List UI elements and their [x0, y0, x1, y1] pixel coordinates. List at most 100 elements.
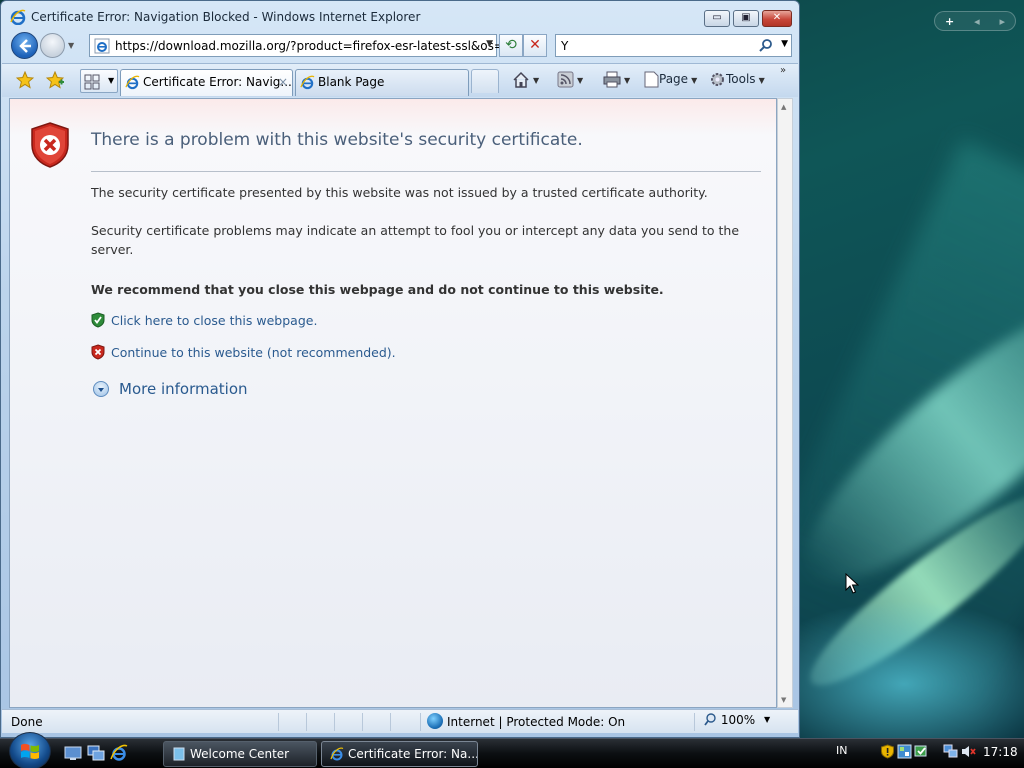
- taskbar-button-certificate-error[interactable]: Certificate Error: Na...: [321, 741, 478, 767]
- switch-windows-icon[interactable]: [87, 744, 105, 762]
- address-bar[interactable]: https://download.mozilla.org/?product=fi…: [89, 34, 517, 57]
- minimize-button[interactable]: ▭: [704, 10, 730, 27]
- ie-taskbar-icon: [330, 747, 344, 761]
- internet-explorer-launch-icon[interactable]: [110, 744, 128, 762]
- tab-blank-page[interactable]: Blank Page: [295, 69, 469, 96]
- status-bar: Done Internet | Protected Mode: On 100% …: [2, 709, 798, 733]
- tab-list-dropdown-icon[interactable]: ▼: [108, 76, 114, 85]
- start-button[interactable]: [9, 732, 51, 768]
- feeds-button[interactable]: ▼: [557, 70, 583, 90]
- home-dropdown-icon[interactable]: ▼: [533, 76, 539, 85]
- close-icon: ✕: [772, 12, 782, 23]
- error-shield-icon: [31, 122, 69, 168]
- print-icon: [603, 71, 621, 88]
- add-to-favorites-icon[interactable]: [46, 71, 64, 89]
- maximize-button[interactable]: ▣: [733, 10, 759, 27]
- volume-muted-icon[interactable]: [961, 744, 976, 759]
- status-text: Done: [11, 715, 43, 729]
- quick-tabs-button[interactable]: ▼: [80, 69, 118, 93]
- taskbar: [0, 738, 1024, 768]
- page-title: There is a problem with this website's s…: [91, 130, 583, 150]
- welcome-center-icon: [173, 747, 185, 761]
- close-button[interactable]: ✕: [762, 10, 792, 27]
- more-commands-chevron-icon[interactable]: »: [780, 65, 786, 76]
- language-indicator[interactable]: IN: [836, 744, 847, 757]
- taskbar-button-label: Certificate Error: Na...: [348, 747, 478, 761]
- status-divider: [420, 713, 421, 731]
- more-information-label[interactable]: More information: [119, 380, 248, 398]
- address-dropdown-icon[interactable]: ▼: [486, 39, 493, 49]
- tab-certificate-error[interactable]: Certificate Error: Navig... ×: [120, 69, 293, 96]
- tools-dropdown-icon: ▼: [758, 76, 765, 85]
- scroll-up-icon[interactable]: ▲: [781, 103, 786, 111]
- quick-tabs-icon: [84, 74, 100, 90]
- gear-icon: [711, 73, 724, 86]
- taskbar-button-label: Welcome Center: [190, 747, 290, 761]
- tools-menu-button[interactable]: Tools ▼: [709, 70, 765, 90]
- sidebar-gadget-controls[interactable]: + ◂ ▸: [934, 11, 1016, 31]
- close-webpage-link-text[interactable]: Click here to close this webpage.: [111, 313, 317, 328]
- page-icon: [94, 38, 110, 54]
- zoom-level: 100%: [720, 713, 756, 727]
- back-arrow-icon: [19, 39, 31, 53]
- next-icon[interactable]: ▸: [1000, 15, 1006, 28]
- scroll-down-icon[interactable]: ▼: [781, 696, 786, 704]
- zoom-icon: [704, 713, 716, 726]
- page-dropdown-icon: ▼: [691, 76, 698, 85]
- search-box[interactable]: Y ▼: [555, 34, 792, 57]
- page-icon: [644, 71, 659, 88]
- network-icon[interactable]: [943, 744, 958, 759]
- vertical-scrollbar[interactable]: ▲ ▼: [777, 98, 793, 708]
- stop-button[interactable]: ✕: [523, 34, 547, 57]
- certificate-explanation: The security certificate presented by th…: [91, 185, 708, 200]
- feeds-icon: [557, 71, 574, 88]
- add-gadget-icon[interactable]: +: [945, 15, 954, 28]
- clock[interactable]: 17:18: [983, 745, 1018, 759]
- red-shield-icon: [91, 344, 105, 360]
- status-divider: [334, 713, 335, 731]
- green-shield-icon: [91, 312, 105, 328]
- status-divider: [306, 713, 307, 731]
- minimize-icon: ▭: [712, 12, 722, 23]
- home-button[interactable]: ▼: [512, 70, 539, 90]
- zoom-dropdown-icon[interactable]: ▼: [764, 715, 770, 724]
- window-title: Certificate Error: Navigation Blocked - …: [31, 10, 421, 24]
- ie-window: Certificate Error: Navigation Blocked - …: [0, 0, 800, 738]
- status-divider: [390, 713, 391, 731]
- url-text[interactable]: https://download.mozilla.org/?product=fi…: [115, 39, 517, 53]
- home-icon: [513, 71, 529, 88]
- recent-pages-dropdown-icon[interactable]: ▼: [68, 41, 78, 51]
- continue-link-text[interactable]: Continue to this website (not recommende…: [111, 345, 396, 360]
- feeds-dropdown-icon[interactable]: ▼: [577, 76, 583, 85]
- search-input[interactable]: Y: [561, 39, 568, 53]
- taskbar-button-welcome-center[interactable]: Welcome Center: [163, 741, 317, 767]
- zoom-control[interactable]: 100% ▼: [704, 713, 770, 727]
- page-menu-button[interactable]: Page ▼: [644, 70, 697, 90]
- globe-icon: [427, 713, 443, 729]
- show-desktop-icon[interactable]: [64, 744, 82, 762]
- previous-icon[interactable]: ◂: [974, 15, 980, 28]
- refresh-button[interactable]: ⟲: [499, 34, 523, 57]
- recommendation-text: We recommend that you close this webpage…: [91, 282, 664, 297]
- update-icon[interactable]: [914, 744, 929, 759]
- close-tab-icon[interactable]: ×: [278, 70, 288, 94]
- ie-tab-icon: [125, 75, 140, 90]
- favorites-center-icon[interactable]: [16, 71, 34, 89]
- security-alert-icon[interactable]: [880, 744, 895, 759]
- title-bar[interactable]: Certificate Error: Navigation Blocked - …: [1, 1, 799, 33]
- tab-label: Certificate Error: Navig...: [143, 75, 292, 89]
- page-menu-label: Page: [659, 72, 689, 86]
- refresh-icon: ⟲: [505, 37, 517, 53]
- tab-label: Blank Page: [318, 75, 385, 89]
- search-icon[interactable]: [759, 38, 773, 52]
- back-button[interactable]: [11, 32, 38, 59]
- print-dropdown-icon[interactable]: ▼: [624, 76, 630, 85]
- status-divider: [278, 713, 279, 731]
- search-options-dropdown-icon[interactable]: ▼: [781, 39, 788, 49]
- windows-logo-icon: [21, 743, 39, 759]
- expand-chevron-icon[interactable]: [93, 381, 109, 397]
- print-button[interactable]: ▼: [603, 70, 630, 90]
- forward-button[interactable]: [40, 33, 65, 58]
- windows-defender-icon[interactable]: [897, 744, 912, 759]
- new-tab-button[interactable]: [471, 69, 499, 93]
